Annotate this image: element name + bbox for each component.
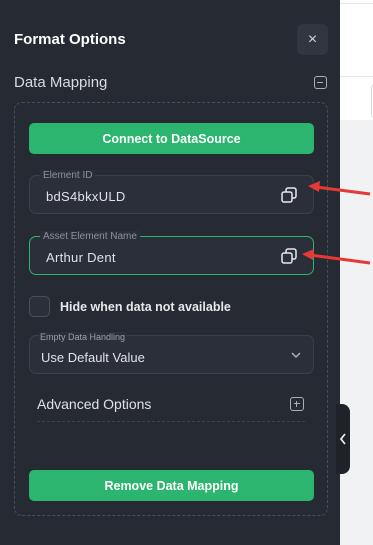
copy-icon[interactable] (281, 187, 297, 203)
copy-icon[interactable] (281, 248, 297, 264)
element-id-value: bdS4bkxULD (46, 189, 126, 204)
advanced-options-title[interactable]: Advanced Options (37, 396, 151, 412)
canvas-divider (340, 76, 373, 77)
element-id-field[interactable]: Element ID bdS4bkxULD (29, 170, 314, 214)
chevron-down-icon (291, 352, 301, 359)
empty-data-handling-value: Use Default Value (41, 350, 145, 365)
chevron-left-icon (339, 433, 346, 445)
element-id-label: Element ID (40, 170, 96, 181)
close-icon: × (307, 30, 318, 48)
red-arrow-icon (302, 249, 371, 265)
remove-data-mapping-button[interactable]: Remove Data Mapping (29, 470, 314, 501)
side-collapse-tab[interactable] (336, 404, 350, 474)
hide-when-no-data-checkbox[interactable] (29, 296, 50, 317)
close-button[interactable]: × (297, 24, 328, 55)
empty-data-handling-select[interactable]: Empty Data Handling Use Default Value (29, 332, 314, 374)
connect-datasource-button[interactable]: Connect to DataSource (29, 123, 314, 154)
advanced-options-divider (37, 421, 305, 422)
empty-data-handling-label: Empty Data Handling (39, 332, 127, 342)
canvas-divider (340, 3, 373, 4)
asset-element-name-field[interactable]: Asset Element Name Arthur Dent (29, 231, 314, 275)
asset-element-name-value: Arthur Dent (46, 250, 116, 265)
format-options-panel: Format Options × Data Mapping Connect to… (0, 0, 340, 545)
panel-title: Format Options (14, 31, 126, 48)
hide-when-no-data-label: Hide when data not available (60, 300, 231, 314)
asset-element-name-label: Asset Element Name (40, 231, 140, 242)
data-mapping-title: Data Mapping (14, 74, 108, 91)
plus-square-icon[interactable] (290, 397, 304, 411)
red-arrow-icon (308, 181, 371, 196)
minus-square-icon[interactable] (314, 76, 327, 89)
